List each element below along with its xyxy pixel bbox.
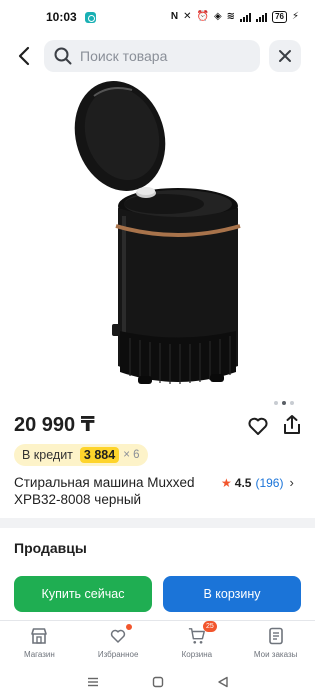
notification-app-icon: [84, 11, 96, 23]
status-time: 10:03: [46, 10, 77, 24]
credit-months: × 6: [123, 449, 140, 461]
cart-icon: 25: [187, 621, 217, 646]
close-button[interactable]: [269, 40, 301, 72]
back-button[interactable]: [12, 42, 36, 70]
bottom-navigation: Магазин Избранное 25 Корзина Мои заказы: [0, 620, 315, 666]
pager-dot: [274, 401, 278, 405]
reviews-count: (196): [255, 475, 284, 490]
nav-label-favorites: Избранное: [97, 650, 139, 659]
search-icon: [54, 47, 72, 65]
rating-score: 4.5: [234, 475, 252, 490]
search-header: Поиск товара: [0, 38, 315, 74]
nav-item-favorites[interactable]: Избранное: [79, 621, 158, 666]
nav-item-cart[interactable]: 25 Корзина: [158, 621, 237, 666]
nav-item-shop[interactable]: Магазин: [0, 621, 79, 666]
battery-icon: 76: [272, 11, 287, 23]
nav-label-cart: Корзина: [181, 650, 213, 659]
sellers-heading: Продавцы: [14, 540, 87, 556]
credit-offer[interactable]: В кредит 3 884 × 6: [14, 444, 148, 466]
nav-item-orders[interactable]: Мои заказы: [236, 621, 315, 666]
recent-apps-icon[interactable]: [87, 676, 99, 690]
credit-label: В кредит: [22, 448, 73, 462]
system-navigation-bar: [0, 666, 315, 700]
heart-icon: [108, 624, 133, 646]
nav-label-orders: Мои заказы: [253, 650, 298, 659]
favorites-dot-badge: [126, 624, 133, 630]
section-divider: [0, 518, 315, 528]
favorite-heart-icon[interactable]: [246, 414, 270, 438]
charging-icon: ⚡: [291, 11, 299, 22]
product-price: 20 990 ₸: [14, 414, 95, 436]
share-icon[interactable]: [280, 413, 304, 437]
wifi-icon: ≋: [226, 11, 236, 22]
chevron-right-icon: ›: [289, 475, 294, 490]
product-page: 10:03 N ✕ ⏰ ◈ ≋ 76 ⚡ Поиск товара 20 990…: [0, 0, 315, 700]
star-icon: ★: [221, 475, 232, 490]
search-placeholder: Поиск товара: [80, 48, 168, 64]
cart-count-badge: 25: [202, 621, 217, 632]
system-back-icon[interactable]: [217, 676, 229, 691]
signal-icon: [240, 12, 252, 22]
nfc-icon: N: [170, 11, 179, 22]
shop-icon: [29, 626, 49, 646]
image-pager: [274, 401, 294, 405]
product-image[interactable]: [60, 76, 260, 394]
pager-dot-active: [282, 401, 286, 405]
status-icons: N ✕ ⏰ ◈ ≋ 76 ⚡: [171, 11, 299, 23]
alarm-icon: ⏰: [196, 11, 209, 22]
add-to-cart-button[interactable]: В корзину: [163, 576, 301, 612]
back-arrow-icon: [18, 46, 30, 66]
product-title: Стиральная машина Muxxed XPB32-8008 черн…: [14, 475, 195, 507]
orders-icon: [266, 626, 286, 646]
pager-dot: [290, 401, 294, 405]
vpn-icon: ◈: [213, 11, 222, 22]
buy-now-button[interactable]: Купить сейчас: [14, 576, 152, 612]
product-rating[interactable]: ★ 4.5 (196) ›: [221, 475, 294, 490]
status-bar: 10:03 N ✕ ⏰ ◈ ≋ 76 ⚡: [0, 0, 315, 34]
home-icon[interactable]: [152, 676, 164, 691]
mute-icon: ✕: [183, 11, 192, 22]
close-icon: [279, 50, 291, 62]
signal-icon-2: [256, 12, 268, 22]
search-input[interactable]: Поиск товара: [44, 40, 260, 72]
credit-amount: 3 884: [79, 447, 120, 463]
nav-label-shop: Магазин: [23, 650, 55, 659]
